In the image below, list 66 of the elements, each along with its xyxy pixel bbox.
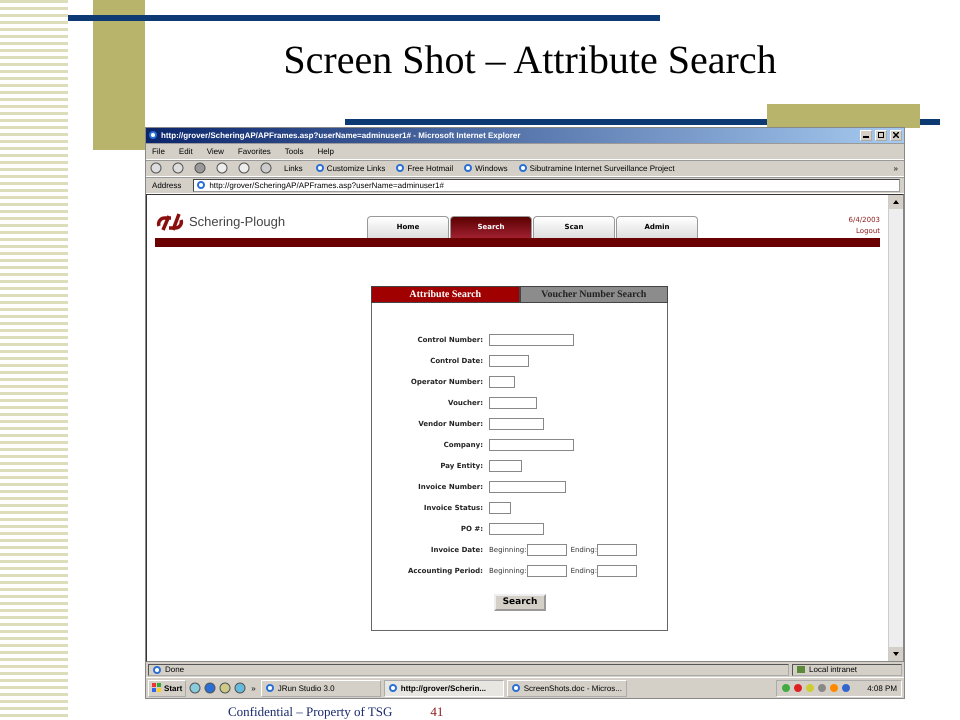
taskbar-button[interactable]: JRun Studio 3.0 xyxy=(260,680,381,696)
page-icon xyxy=(152,664,162,674)
taskbar-button[interactable]: ScreenShots.doc - Micros... xyxy=(506,680,627,696)
input-field[interactable] xyxy=(489,418,544,430)
link-item[interactable]: Windows xyxy=(463,163,508,174)
page-number: 41 xyxy=(430,704,444,720)
input-field[interactable] xyxy=(597,544,638,556)
more-button[interactable]: » xyxy=(249,684,258,692)
more-links-button[interactable]: » xyxy=(892,164,900,173)
menu-item[interactable]: Help xyxy=(315,146,336,156)
maximize-button[interactable] xyxy=(875,130,887,141)
zone-icon xyxy=(796,664,806,674)
footer-text: Confidential – Property of TSG xyxy=(228,704,392,720)
close-icon xyxy=(893,132,899,138)
menu-item[interactable]: Tools xyxy=(282,146,306,156)
maximize-icon xyxy=(878,132,884,138)
input-field[interactable] xyxy=(489,355,529,368)
slide-title: Screen Shot – Attribute Search xyxy=(283,36,777,82)
window-title: http://grover/ScheringAP/APFrames.asp?userName=adminuser1# - Microsoft Internet Explorer xyxy=(161,130,522,140)
input-field[interactable] xyxy=(489,334,574,346)
zone-indicator: Local intranet xyxy=(792,664,902,676)
menu-item[interactable]: Edit xyxy=(176,146,195,156)
brand-name: Schering-Plough xyxy=(189,214,286,230)
tray-icon[interactable] xyxy=(817,683,828,693)
start-button[interactable]: Start xyxy=(148,680,186,696)
page-icon xyxy=(463,163,474,174)
link-item[interactable]: Sibutramine Internet Surveillance Project xyxy=(518,163,675,174)
minimize-button[interactable] xyxy=(860,130,872,141)
input-field[interactable] xyxy=(489,376,515,388)
input-field[interactable] xyxy=(489,502,511,514)
tray-icon[interactable] xyxy=(793,683,804,693)
windows-logo-icon xyxy=(152,683,162,693)
address-label: Address xyxy=(151,180,182,190)
link-item[interactable]: Customize Links xyxy=(314,163,386,174)
input-field[interactable] xyxy=(597,565,638,578)
page-icon xyxy=(518,163,528,174)
input-field[interactable] xyxy=(489,523,544,536)
close-button[interactable] xyxy=(890,130,902,141)
input-field[interactable] xyxy=(489,460,522,472)
app-icon xyxy=(264,683,275,693)
page-icon xyxy=(314,163,325,174)
status-text: Done xyxy=(148,664,789,676)
menu-item[interactable]: Favorites xyxy=(236,146,273,156)
app-icon xyxy=(510,683,521,693)
menu-item[interactable]: View xyxy=(204,146,226,156)
input-field[interactable] xyxy=(489,439,574,452)
search-tab[interactable]: Attribute Search xyxy=(371,286,520,303)
input-field[interactable] xyxy=(526,565,567,578)
input-field[interactable] xyxy=(489,481,566,494)
taskbar-button[interactable]: http://grover/Scherin... xyxy=(384,680,504,696)
tray-icon[interactable] xyxy=(841,683,852,693)
tray-icon[interactable] xyxy=(781,683,792,693)
brand-logo-icon xyxy=(155,212,185,232)
links-label: Links xyxy=(283,164,304,173)
clock-text: 4:08 PM xyxy=(867,684,897,692)
app-icon xyxy=(388,683,398,693)
input-field[interactable] xyxy=(489,397,537,410)
page-icon xyxy=(196,180,206,190)
menu-item[interactable]: File xyxy=(150,146,167,156)
scrollbar[interactable] xyxy=(888,194,903,661)
search-tab[interactable]: Voucher Number Search xyxy=(520,286,668,303)
search-button[interactable]: Search xyxy=(494,594,546,611)
page-icon xyxy=(395,163,406,174)
input-field[interactable] xyxy=(526,544,567,556)
link-item[interactable]: Free Hotmail xyxy=(395,163,454,174)
address-field[interactable]: http://grover/ScheringAP/APFrames.asp?userName=adminuser1# xyxy=(193,178,900,192)
